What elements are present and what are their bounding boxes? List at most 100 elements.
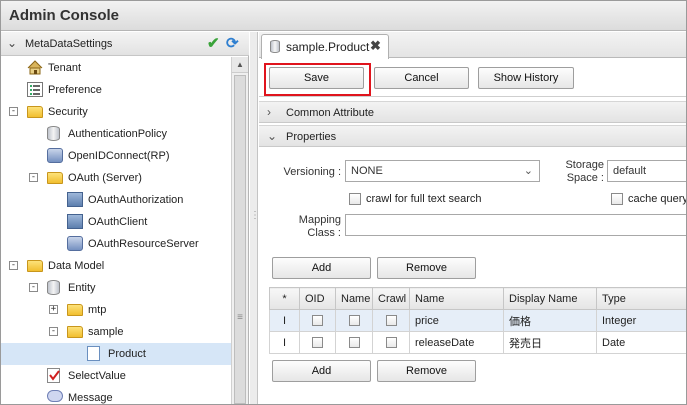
refresh-icon[interactable]: ⟳ (226, 34, 239, 52)
section-properties[interactable]: ⌄ Properties (259, 125, 686, 147)
tree-item-tenant[interactable]: Tenant (1, 57, 231, 79)
show-history-button[interactable]: Show History (478, 67, 574, 89)
cache-query-checkbox[interactable] (611, 193, 623, 205)
column-header-name[interactable]: Name (409, 287, 504, 310)
chevron-down-icon[interactable]: ⌄ (7, 36, 17, 50)
admin-console-window: Admin Console ⌄ MetaDataSettings ✔ ⟳ Ten… (0, 0, 687, 405)
collapse-icon[interactable]: - (29, 173, 38, 182)
section-common-attribute[interactable]: › Common Attribute (259, 101, 686, 123)
type-cell[interactable]: Integer (596, 309, 686, 332)
folder-icon (67, 326, 83, 338)
tree-item-entity[interactable]: - Entity (1, 277, 231, 299)
tree-item-oauth-server[interactable]: - OAuth (Server) (1, 167, 231, 189)
properties-table: * OID Name Crawl Name Display Name Type … (269, 287, 686, 354)
folder-icon (47, 172, 63, 184)
cylinder-icon (270, 40, 280, 53)
name-cell[interactable]: releaseDate (409, 331, 504, 354)
column-header-name-flag[interactable]: Name (335, 287, 373, 310)
grip-icon: ⋮ (250, 210, 260, 221)
tree-item-select-value[interactable]: SelectValue (1, 365, 231, 387)
tab-sample-product[interactable]: sample.Product ✖ (261, 34, 389, 59)
folder-icon (27, 106, 43, 118)
sidebar-scrollbar[interactable]: ▲ ≡ (231, 57, 248, 404)
close-icon[interactable]: ✖ (370, 38, 381, 54)
scroll-up-arrow-icon[interactable]: ▲ (232, 57, 248, 73)
add-button-bottom[interactable]: Add (272, 360, 371, 382)
versioning-select[interactable]: NONE ⌄ (345, 160, 540, 182)
column-header-type[interactable]: Type (596, 287, 686, 310)
sidebar-title: MetaDataSettings (25, 38, 113, 50)
row-marker: I (269, 331, 300, 354)
save-button-highlight (264, 63, 371, 96)
name-flag-cell (335, 331, 373, 354)
add-button[interactable]: Add (272, 257, 371, 279)
versioning-label: Versioning : (283, 166, 341, 178)
tree-item-authentication-policy[interactable]: AuthenticationPolicy (1, 123, 231, 145)
chevron-down-icon[interactable]: ⌄ (267, 129, 277, 143)
check-icon[interactable]: ✔ (207, 34, 220, 52)
table-row[interactable]: I releaseDate 発売日 Date (269, 331, 686, 354)
tab-bar: sample.Product ✖ (259, 32, 686, 59)
crawl-checkbox[interactable] (349, 193, 361, 205)
tree-item-sample[interactable]: - sample (1, 321, 231, 343)
tree-item-oauth-client[interactable]: OAuthClient (1, 211, 231, 233)
name-cell[interactable]: price (409, 309, 504, 332)
collapse-icon[interactable]: - (49, 327, 58, 336)
display-name-cell[interactable]: 価格 (503, 309, 597, 332)
tree-item-security[interactable]: - Security (1, 101, 231, 123)
cancel-button[interactable]: Cancel (374, 67, 469, 89)
tree-item-product[interactable]: Product (1, 343, 231, 365)
column-header-crawl[interactable]: Crawl (372, 287, 410, 310)
tree-item-preference[interactable]: Preference (1, 79, 231, 101)
oid-cell (299, 331, 336, 354)
column-header-display-name[interactable]: Display Name (503, 287, 597, 310)
tree-item-message[interactable]: Message (1, 387, 231, 404)
mapping-class-input[interactable] (345, 214, 686, 236)
tree-item-oauth-resource-server[interactable]: OAuthResourceServer (1, 233, 231, 255)
table-row[interactable]: I price 価格 Integer (269, 309, 686, 332)
panel-splitter[interactable]: ⋮ (250, 32, 260, 404)
computer-icon (67, 214, 83, 229)
storage-space-label: Storage Space : (565, 159, 604, 184)
mapping-class-label: Mapping Class : (298, 214, 341, 239)
storage-space-select[interactable]: default (607, 160, 686, 182)
metadata-tree: Tenant Preference - Security Authenticat… (1, 57, 231, 404)
list-icon (27, 82, 43, 97)
crawl-row-checkbox[interactable] (385, 315, 397, 327)
column-header-marker[interactable]: * (269, 287, 300, 310)
collapse-icon[interactable]: - (29, 283, 38, 292)
tree-item-oauth-authorization[interactable]: OAuthAuthorization (1, 189, 231, 211)
oid-checkbox[interactable] (312, 315, 323, 327)
crawl-row-checkbox[interactable] (385, 337, 397, 349)
computer-icon (67, 192, 83, 207)
oid-checkbox[interactable] (312, 337, 323, 349)
crawl-cell (372, 309, 410, 332)
name-checkbox[interactable] (348, 337, 360, 349)
key-icon (67, 236, 83, 251)
expand-icon[interactable]: + (49, 305, 58, 314)
house-icon (27, 60, 43, 75)
tree-item-openid-connect[interactable]: OpenIDConnect(RP) (1, 145, 231, 167)
sidebar-header[interactable]: ⌄ MetaDataSettings ✔ ⟳ (1, 32, 249, 56)
tree-item-data-model[interactable]: - Data Model (1, 255, 231, 277)
tree-item-mtp[interactable]: + mtp (1, 299, 231, 321)
name-checkbox[interactable] (348, 315, 360, 327)
cylinder-icon (47, 126, 60, 141)
remove-button-bottom[interactable]: Remove (377, 360, 476, 382)
cylinder-icon (47, 280, 60, 295)
collapse-icon[interactable]: - (9, 107, 18, 116)
app-title: Admin Console (9, 7, 120, 24)
type-cell[interactable]: Date (596, 331, 686, 354)
title-bar: Admin Console (1, 1, 686, 31)
oid-cell (299, 309, 336, 332)
key-icon (47, 148, 63, 163)
chevron-right-icon[interactable]: › (267, 105, 271, 119)
display-name-cell[interactable]: 発売日 (503, 331, 597, 354)
page-icon (87, 346, 100, 361)
scrollbar-thumb[interactable] (234, 75, 246, 404)
remove-button[interactable]: Remove (377, 257, 476, 279)
checklist-icon (47, 368, 60, 383)
crawl-label: crawl for full text search (366, 193, 482, 205)
collapse-icon[interactable]: - (9, 261, 18, 270)
column-header-oid[interactable]: OID (299, 287, 336, 310)
